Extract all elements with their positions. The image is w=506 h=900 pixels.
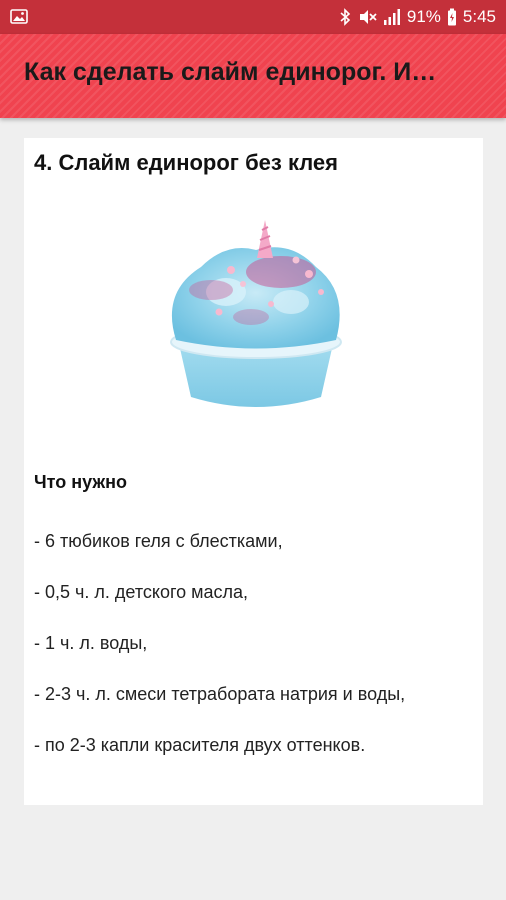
app-bar: Как сделать слайм единорог. И… <box>0 34 506 118</box>
battery-icon <box>447 8 456 26</box>
article-card: 4. Слайм единорог без клея Что нужно - 6… <box>24 138 483 805</box>
list-item: - 0,5 ч. л. детского масла, <box>34 582 249 602</box>
list-item: - 1 ч. л. воды, <box>34 633 148 653</box>
app-title: Как сделать слайм единорог. И… <box>24 58 437 86</box>
list-item: - 6 тюбиков геля с блестками, <box>34 531 283 551</box>
mute-icon <box>359 10 377 24</box>
ingredients-list: - 6 тюбиков геля с блестками, - 0,5 ч. л… <box>34 528 474 783</box>
clock: 5:45 <box>462 7 496 26</box>
list-item: - по 2-3 капли красителя двух оттенков. <box>34 735 366 755</box>
status-bar: 91% 5:45 <box>0 0 506 34</box>
article-title: 4. Слайм единорог без клея <box>34 150 338 175</box>
bluetooth-icon <box>340 8 351 26</box>
unicorn-slime-image <box>170 220 342 407</box>
battery-percent: 91% <box>406 7 441 26</box>
gallery-icon <box>10 9 28 24</box>
section-heading: Что нужно <box>34 472 127 492</box>
list-item: - 2-3 ч. л. смеси тетрабората натрия и в… <box>34 684 406 704</box>
signal-icon <box>383 9 400 25</box>
